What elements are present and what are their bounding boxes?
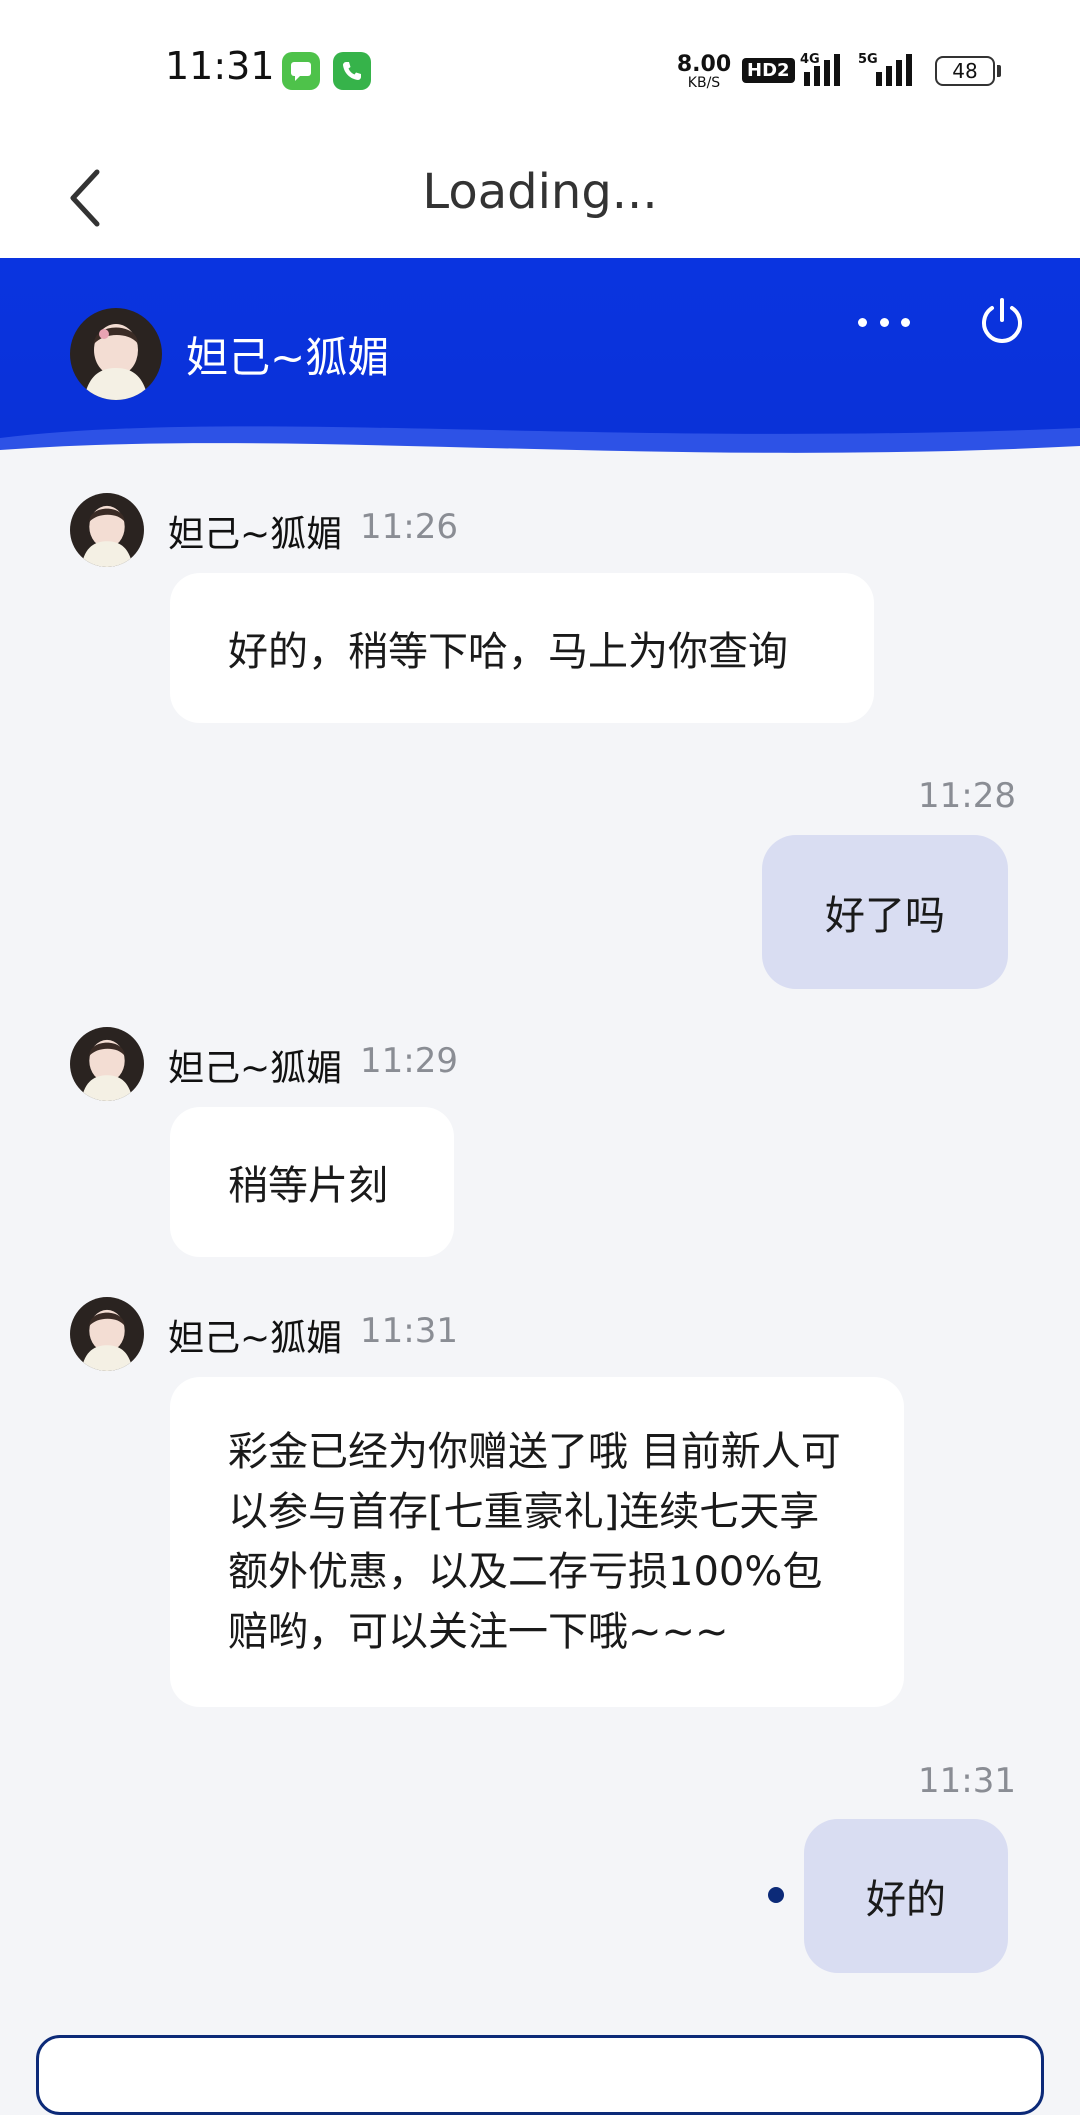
agent-name: 妲己~狐媚 <box>186 333 390 382</box>
messages-app-icon <box>282 52 320 90</box>
status-time: 11:31 <box>165 44 275 88</box>
signal-5g-icon: 5G <box>858 52 920 86</box>
app-header: Loading... <box>0 140 1080 258</box>
power-icon[interactable] <box>976 294 1028 346</box>
user-message-bubble[interactable]: 好的 <box>804 1819 1008 1973</box>
network-speed: 8.00 KB/S <box>676 52 732 91</box>
message-text: 彩金已经为你赠送了哦 目前新人可以参与首存[七重豪礼]连续七天享额外优惠，以及二… <box>228 1429 841 1655</box>
message-time: 11:26 <box>360 507 458 547</box>
user-message-bubble[interactable]: 好了吗 <box>762 835 1008 989</box>
phone-app-icon <box>333 52 371 90</box>
battery-nub <box>997 65 1001 77</box>
status-bar: 11:31 8.00 KB/S HD2 4G 5G 48 <box>0 0 1080 140</box>
battery-icon: 48 <box>935 56 995 86</box>
message-input[interactable] <box>36 2035 1044 2115</box>
message-text: 好的，稍等下哈，马上为你查询 <box>228 629 788 675</box>
agent-message-bubble[interactable]: 彩金已经为你赠送了哦 目前新人可以参与首存[七重豪礼]连续七天享额外优惠，以及二… <box>170 1377 904 1707</box>
network-speed-value: 8.00 <box>676 52 732 77</box>
agent-banner: 妲己~狐媚 <box>0 258 1080 473</box>
agent-avatar-small[interactable] <box>70 493 144 567</box>
battery-level: 48 <box>952 59 978 83</box>
message-sender: 妲己~狐媚 <box>168 514 343 555</box>
message-time: 11:28 <box>918 776 1016 816</box>
message-text: 好了吗 <box>825 893 945 939</box>
more-dots-icon[interactable] <box>858 302 910 342</box>
agent-message-bubble[interactable]: 好的，稍等下哈，马上为你查询 <box>170 573 874 723</box>
message-sender: 妲己~狐媚 <box>168 1048 343 1089</box>
chat-area: 妲己~狐媚 11:26 好的，稍等下哈，马上为你查询 11:28 好了吗 妲己~… <box>0 473 1080 2033</box>
message-text: 好的 <box>866 1877 946 1923</box>
signal-4g-label: 4G <box>800 52 820 67</box>
message-sender: 妲己~狐媚 <box>168 1318 343 1359</box>
network-speed-unit: KB/S <box>687 75 721 91</box>
agent-avatar-small[interactable] <box>70 1297 144 1371</box>
hd-badge: HD2 <box>742 58 795 83</box>
signal-4g-icon: 4G <box>800 52 850 86</box>
message-time: 11:31 <box>918 1761 1016 1801</box>
agent-message-bubble[interactable]: 稍等片刻 <box>170 1107 454 1257</box>
message-status-dot <box>768 1887 784 1903</box>
message-time: 11:29 <box>360 1041 458 1081</box>
agent-avatar[interactable] <box>70 308 162 400</box>
message-text: 稍等片刻 <box>228 1163 388 1209</box>
signal-5g-label: 5G <box>858 52 878 67</box>
message-time: 11:31 <box>360 1311 458 1351</box>
banner-wave <box>0 426 1080 473</box>
agent-avatar-small[interactable] <box>70 1027 144 1101</box>
page-title: Loading... <box>422 164 658 220</box>
